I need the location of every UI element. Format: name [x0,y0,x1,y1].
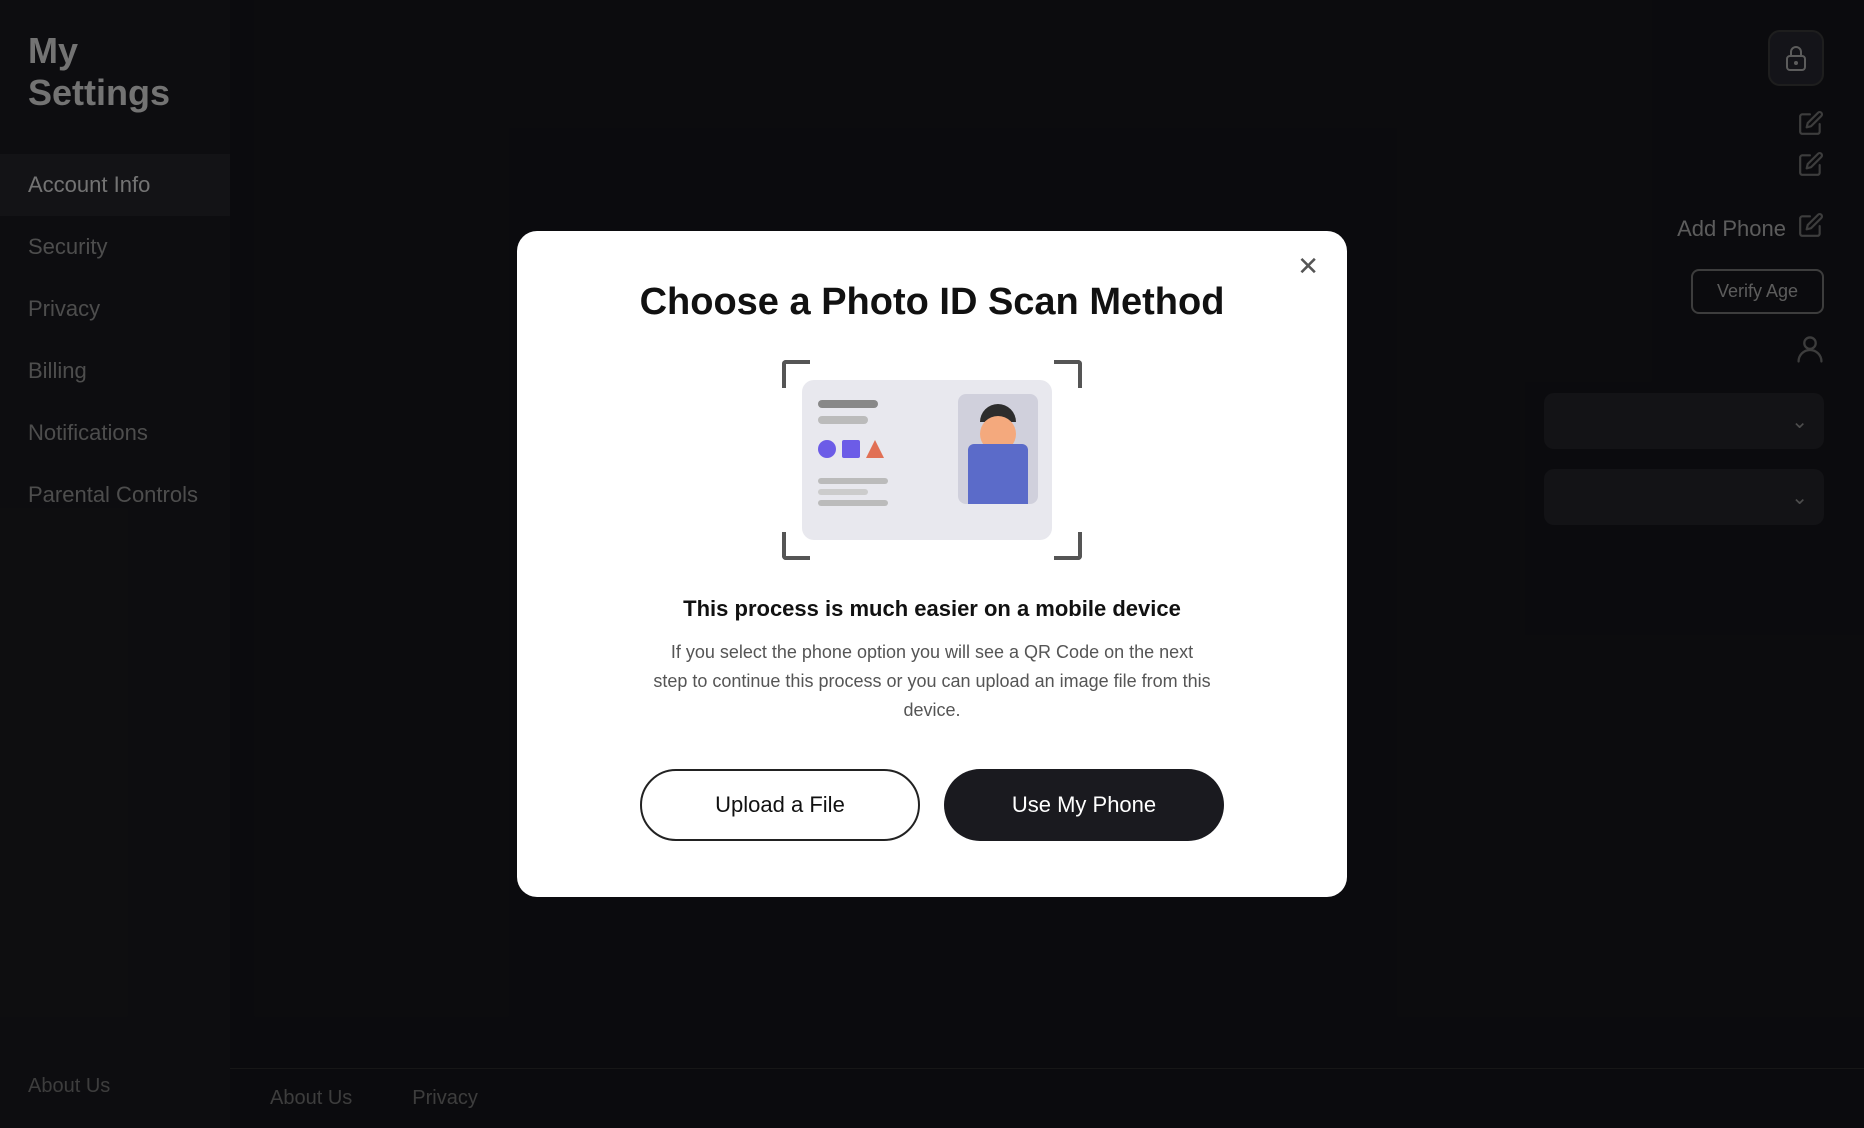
modal-close-button[interactable]: ✕ [1297,253,1319,279]
modal-subtitle: This process is much easier on a mobile … [683,596,1181,622]
id-card [802,380,1052,540]
modal-title: Choose a Photo ID Scan Method [640,281,1225,324]
id-line-2 [818,489,868,495]
id-shape-triangle [866,440,884,458]
id-line-1 [818,478,888,484]
id-shapes [818,440,888,458]
modal-dialog: ✕ Choose a Photo ID Scan Method [517,231,1347,896]
id-card-left [818,400,888,506]
id-shape-circle [818,440,836,458]
id-bar-1 [818,400,878,408]
id-bar-2 [818,416,868,424]
modal-overlay[interactable]: ✕ Choose a Photo ID Scan Method [0,0,1864,1128]
modal-buttons: Upload a File Use My Phone [577,769,1287,841]
scan-corner-br [1054,532,1082,560]
modal-description: If you select the phone option you will … [652,638,1212,724]
use-my-phone-button[interactable]: Use My Phone [944,769,1224,841]
scan-corner-tr [1054,360,1082,388]
avatar-body [968,444,1028,504]
id-shape-square [842,440,860,458]
id-illustration [782,360,1082,560]
id-lines [818,478,888,506]
id-line-3 [818,500,888,506]
id-avatar [958,394,1038,504]
upload-file-button[interactable]: Upload a File [640,769,920,841]
